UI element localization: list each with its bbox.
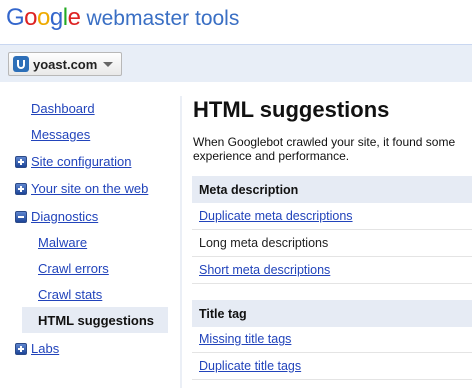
sidebar-divider [180, 96, 182, 388]
suggestion-row: Missing title tags [192, 326, 472, 353]
page-title: HTML suggestions [193, 97, 390, 122]
site-selector-dropdown[interactable]: yoast.com [8, 52, 122, 76]
logo-letter: o [24, 4, 38, 31]
suggestion-row: Duplicate title tags [192, 353, 472, 380]
collapse-minus-icon[interactable] [15, 210, 27, 223]
suggestion-row: Short meta descriptions [192, 257, 472, 284]
sidebar-item-label[interactable]: Diagnostics [31, 209, 98, 224]
site-bar: yoast.com [0, 44, 472, 82]
sidebar-item-label[interactable]: Messages [31, 127, 90, 142]
sidebar-item-label[interactable]: Site configuration [31, 154, 131, 169]
header: Google webmaster tools [0, 0, 472, 42]
sidebar-item-your-site-on-the-web[interactable]: Your site on the web [15, 181, 148, 196]
long-meta-descriptions-label: Long meta descriptions [199, 236, 329, 250]
logo-letter: o [37, 4, 50, 31]
intro-line: experience and performance. [193, 149, 350, 163]
sidebar-item-label[interactable]: Crawl errors [38, 261, 109, 276]
expand-plus-icon[interactable] [15, 182, 27, 195]
sidebar-item-label[interactable]: Your site on the web [31, 181, 148, 196]
sidebar-item-malware[interactable]: Malware [38, 235, 87, 250]
section-heading-meta-description: Meta description [192, 176, 472, 203]
webmaster-tools-app: Google webmaster tools yoast.com Dashboar… [0, 0, 472, 388]
missing-title-tags-link[interactable]: Missing title tags [199, 332, 291, 346]
site-selector-value: yoast.com [33, 56, 98, 72]
sidebar-item-diagnostics[interactable]: Diagnostics [15, 209, 98, 224]
short-meta-descriptions-link[interactable]: Short meta descriptions [199, 263, 330, 277]
sidebar-item-label[interactable]: Labs [31, 341, 59, 356]
logo-letter: G [6, 4, 25, 31]
intro-text: When Googlebot crawled your site, it fou… [193, 135, 472, 163]
chevron-down-icon [103, 61, 114, 67]
product-name: webmaster tools [86, 7, 240, 30]
sidebar-item-label[interactable]: Malware [38, 235, 87, 250]
sidebar-item-labs[interactable]: Labs [15, 341, 59, 356]
sidebar-item-label-active: HTML suggestions [38, 313, 155, 328]
sidebar-item-messages[interactable]: Messages [31, 127, 90, 142]
expand-plus-icon[interactable] [15, 342, 27, 355]
sidebar-item-site-configuration[interactable]: Site configuration [15, 154, 131, 169]
google-webmaster-tools-logo[interactable]: Google webmaster tools [6, 4, 239, 32]
logo-letter: g [49, 4, 63, 31]
duplicate-title-tags-link[interactable]: Duplicate title tags [199, 359, 301, 373]
suggestion-row: Duplicate meta descriptions [192, 203, 472, 230]
site-favicon-icon [13, 56, 29, 72]
sidebar-item-crawl-errors[interactable]: Crawl errors [38, 261, 109, 276]
sidebar-item-dashboard[interactable]: Dashboard [31, 101, 95, 116]
sidebar-item-label[interactable]: Crawl stats [38, 287, 102, 302]
sidebar-item-label[interactable]: Dashboard [31, 101, 95, 116]
expand-plus-icon[interactable] [15, 155, 27, 168]
suggestion-row: Long meta descriptions [192, 230, 472, 257]
duplicate-meta-descriptions-link[interactable]: Duplicate meta descriptions [199, 209, 353, 223]
logo-letter: e [67, 4, 81, 31]
sidebar-item-crawl-stats[interactable]: Crawl stats [38, 287, 102, 302]
section-heading-title-tag: Title tag [192, 300, 472, 327]
intro-line: When Googlebot crawled your site, it fou… [193, 135, 456, 149]
